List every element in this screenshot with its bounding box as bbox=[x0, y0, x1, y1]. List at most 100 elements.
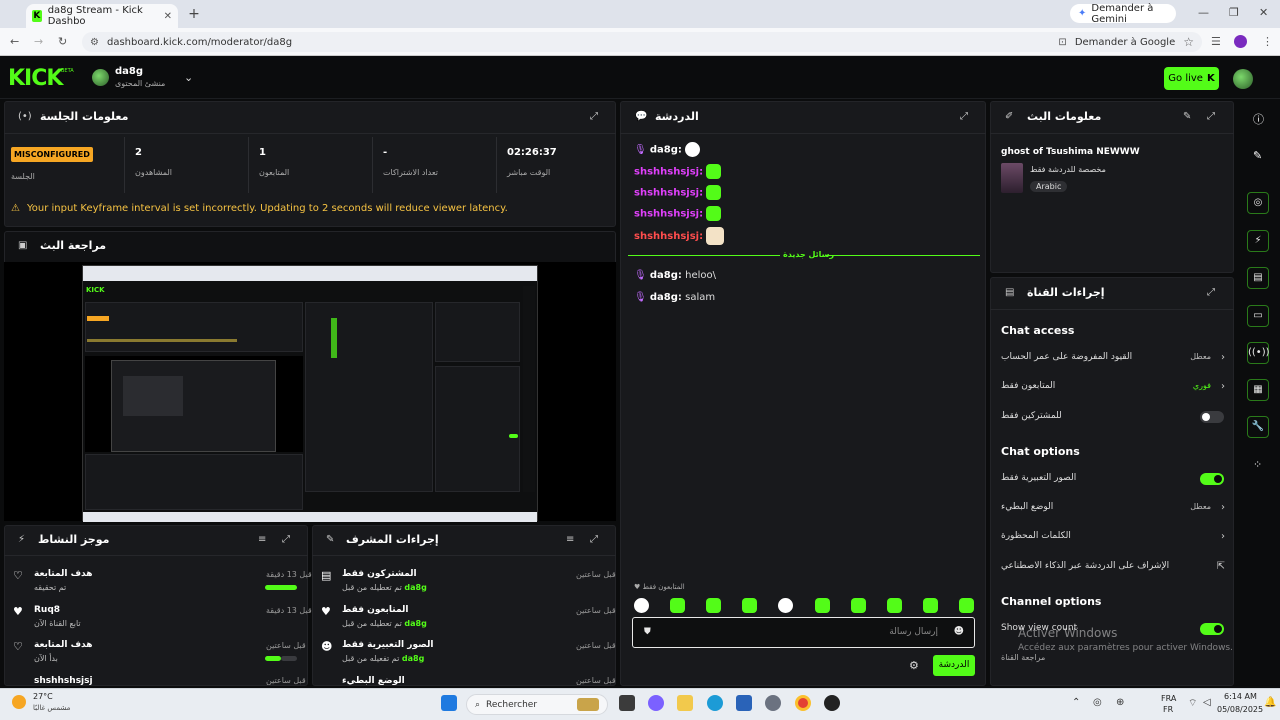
taskbar-search[interactable]: ⌕ Rechercher bbox=[466, 694, 608, 715]
browser-tab[interactable]: K da8g Stream - Kick Dashbo ✕ bbox=[26, 4, 178, 28]
input-language[interactable]: FRA bbox=[1161, 694, 1176, 703]
task-view-icon[interactable] bbox=[619, 695, 635, 711]
wrench-icon[interactable]: 🔧 bbox=[1247, 416, 1269, 438]
target-icon[interactable]: ◎ bbox=[1247, 192, 1269, 214]
emote-icon[interactable] bbox=[958, 598, 974, 613]
file-explorer-icon[interactable] bbox=[677, 695, 693, 711]
popout-icon[interactable]: ⤢ bbox=[1207, 111, 1215, 122]
tray-chevron-icon[interactable]: ⌃ bbox=[1072, 697, 1080, 708]
obs-icon[interactable] bbox=[824, 695, 840, 711]
popout-icon[interactable]: ⤢ bbox=[590, 534, 598, 545]
chat-message[interactable]: shshhshsjsj: bbox=[634, 164, 722, 179]
info-icon[interactable]: ⓘ bbox=[1253, 111, 1264, 127]
category-thumbnail[interactable] bbox=[1001, 163, 1023, 193]
broadcast-icon[interactable]: ((•)) bbox=[1247, 342, 1270, 364]
popout-icon[interactable]: ⤢ bbox=[1207, 287, 1215, 298]
emote-icon[interactable] bbox=[778, 598, 794, 613]
notification-icon[interactable]: 🔔 bbox=[1264, 697, 1276, 708]
forward-icon[interactable]: → bbox=[34, 35, 43, 48]
chat-message[interactable]: 🎙 da8g: salam bbox=[634, 292, 715, 303]
chat-settings-gear-icon[interactable]: ⚙ bbox=[909, 659, 919, 672]
chat-message[interactable]: 🎙 da8g: bbox=[634, 142, 994, 157]
emote-icon[interactable] bbox=[706, 598, 722, 613]
channel-switcher-chevron-icon[interactable]: ⌄ bbox=[184, 71, 193, 84]
reading-list-icon[interactable]: ☰ bbox=[1211, 35, 1221, 48]
edge-icon[interactable] bbox=[707, 695, 723, 711]
emote-icon[interactable] bbox=[886, 598, 902, 613]
emote-icon[interactable] bbox=[670, 598, 686, 613]
emote-icon[interactable] bbox=[634, 598, 649, 613]
chrome-icon[interactable] bbox=[795, 695, 811, 711]
subs-only-toggle[interactable] bbox=[1200, 411, 1224, 423]
chat-username[interactable]: shshhshsjsj bbox=[634, 167, 699, 178]
tray-app-icon[interactable]: ⊕ bbox=[1116, 697, 1124, 708]
weather-sun-icon[interactable] bbox=[12, 695, 26, 709]
lightning-icon[interactable]: ⚡ bbox=[1247, 230, 1269, 252]
shield-icon[interactable]: ⛊ bbox=[644, 627, 651, 637]
copilot-icon[interactable] bbox=[648, 695, 664, 711]
ask-gemini-button[interactable]: ✦ Demander à Gemini bbox=[1070, 3, 1176, 25]
browser-menu-icon[interactable]: ⋮ bbox=[1262, 35, 1273, 48]
close-window-icon[interactable]: ✕ bbox=[1259, 6, 1268, 19]
emote-icon[interactable] bbox=[922, 598, 938, 613]
profile-avatar[interactable] bbox=[1234, 35, 1247, 48]
new-tab-button[interactable]: + bbox=[186, 6, 202, 22]
chat-username[interactable]: shshhshsjsj bbox=[634, 188, 699, 199]
emote-icon[interactable] bbox=[850, 598, 866, 613]
wifi-icon[interactable]: ⌔ bbox=[1188, 697, 1197, 710]
input-language-sub[interactable]: FR bbox=[1163, 705, 1173, 714]
send-chat-button[interactable]: الدردشة bbox=[933, 655, 975, 676]
chat-bubble-icon[interactable]: ▭ bbox=[1247, 305, 1269, 327]
pencil-icon[interactable]: ✎ bbox=[1253, 149, 1262, 162]
emote-icon[interactable] bbox=[742, 598, 758, 613]
channel-review-row[interactable]: مراجعة القناة bbox=[1001, 653, 1225, 662]
ai-moderation-row[interactable]: الإشراف على الدردشة عبر الذكاء الاصطناعي… bbox=[1001, 561, 1225, 572]
settings-icon[interactable] bbox=[765, 695, 781, 711]
emoji-picker-icon[interactable]: ☻ bbox=[954, 626, 964, 637]
chat-username[interactable]: da8g bbox=[650, 145, 678, 156]
document-icon[interactable]: ▤ bbox=[1247, 267, 1269, 289]
omnibox[interactable]: ⚙ dashboard.kick.com/moderator/da8g ⊡ De… bbox=[82, 32, 1202, 52]
chat-message[interactable]: shshhshsjsj: bbox=[634, 227, 725, 245]
windows-start-icon[interactable] bbox=[441, 695, 457, 711]
maximize-icon[interactable]: ❐ bbox=[1229, 6, 1239, 19]
channel-name[interactable]: da8g bbox=[115, 66, 143, 77]
tab-close-icon[interactable]: ✕ bbox=[164, 11, 172, 22]
site-info-icon[interactable]: ⚙ bbox=[90, 37, 99, 48]
chat-username[interactable]: da8g bbox=[650, 292, 678, 303]
weather-temp[interactable]: 27°C bbox=[33, 692, 53, 701]
reload-icon[interactable]: ↻ bbox=[58, 35, 67, 48]
chat-username[interactable]: shshhshsjsj bbox=[634, 209, 699, 220]
channel-avatar[interactable] bbox=[92, 69, 109, 86]
emote-icon[interactable] bbox=[706, 206, 722, 221]
kick-logo[interactable]: KICK bbox=[8, 66, 63, 91]
chat-input[interactable]: ⛊ إرسال رسالة ☻ bbox=[632, 617, 975, 648]
emote-icon[interactable] bbox=[706, 164, 722, 179]
emote-icon[interactable] bbox=[706, 227, 725, 245]
clock-date[interactable]: 05/08/2025 bbox=[1217, 705, 1263, 714]
chat-username[interactable]: da8g bbox=[650, 270, 678, 281]
go-live-button[interactable]: Go live K bbox=[1164, 67, 1219, 90]
popout-icon[interactable]: ⤢ bbox=[960, 111, 968, 122]
emotes-only-toggle[interactable] bbox=[1200, 473, 1224, 485]
stream-preview-video[interactable]: KICK bbox=[82, 265, 538, 522]
account-age-row[interactable]: القيود المفروضة على عمر الحساب معطل › bbox=[1001, 352, 1225, 363]
followers-only-row[interactable]: المتابعون فقط فوري › bbox=[1001, 381, 1225, 392]
channel-icon[interactable]: ▦ bbox=[1247, 379, 1269, 401]
filter-icon[interactable]: ≡ bbox=[566, 534, 574, 545]
emote-icon[interactable] bbox=[685, 142, 701, 157]
ask-google-button[interactable]: Demander à Google bbox=[1075, 37, 1175, 48]
banned-words-row[interactable]: الكلمات المحظورة › bbox=[1001, 531, 1225, 542]
store-icon[interactable] bbox=[736, 695, 752, 711]
weather-desc[interactable]: مشمس غالبًا bbox=[33, 704, 70, 712]
mod-action-user[interactable]: da8g bbox=[404, 619, 426, 628]
volume-icon[interactable]: ◁ bbox=[1203, 697, 1211, 708]
filter-icon[interactable]: ≡ bbox=[258, 534, 266, 545]
tray-app-icon[interactable]: ◎ bbox=[1093, 697, 1102, 708]
clock-time[interactable]: 6:14 AM bbox=[1224, 692, 1257, 701]
mod-action-user[interactable]: da8g bbox=[404, 583, 426, 592]
minimize-icon[interactable]: — bbox=[1198, 6, 1209, 19]
slow-mode-row[interactable]: الوضع البطيء معطل › bbox=[1001, 502, 1225, 513]
show-view-count-toggle[interactable] bbox=[1200, 623, 1224, 635]
emote-icon[interactable] bbox=[814, 598, 830, 613]
